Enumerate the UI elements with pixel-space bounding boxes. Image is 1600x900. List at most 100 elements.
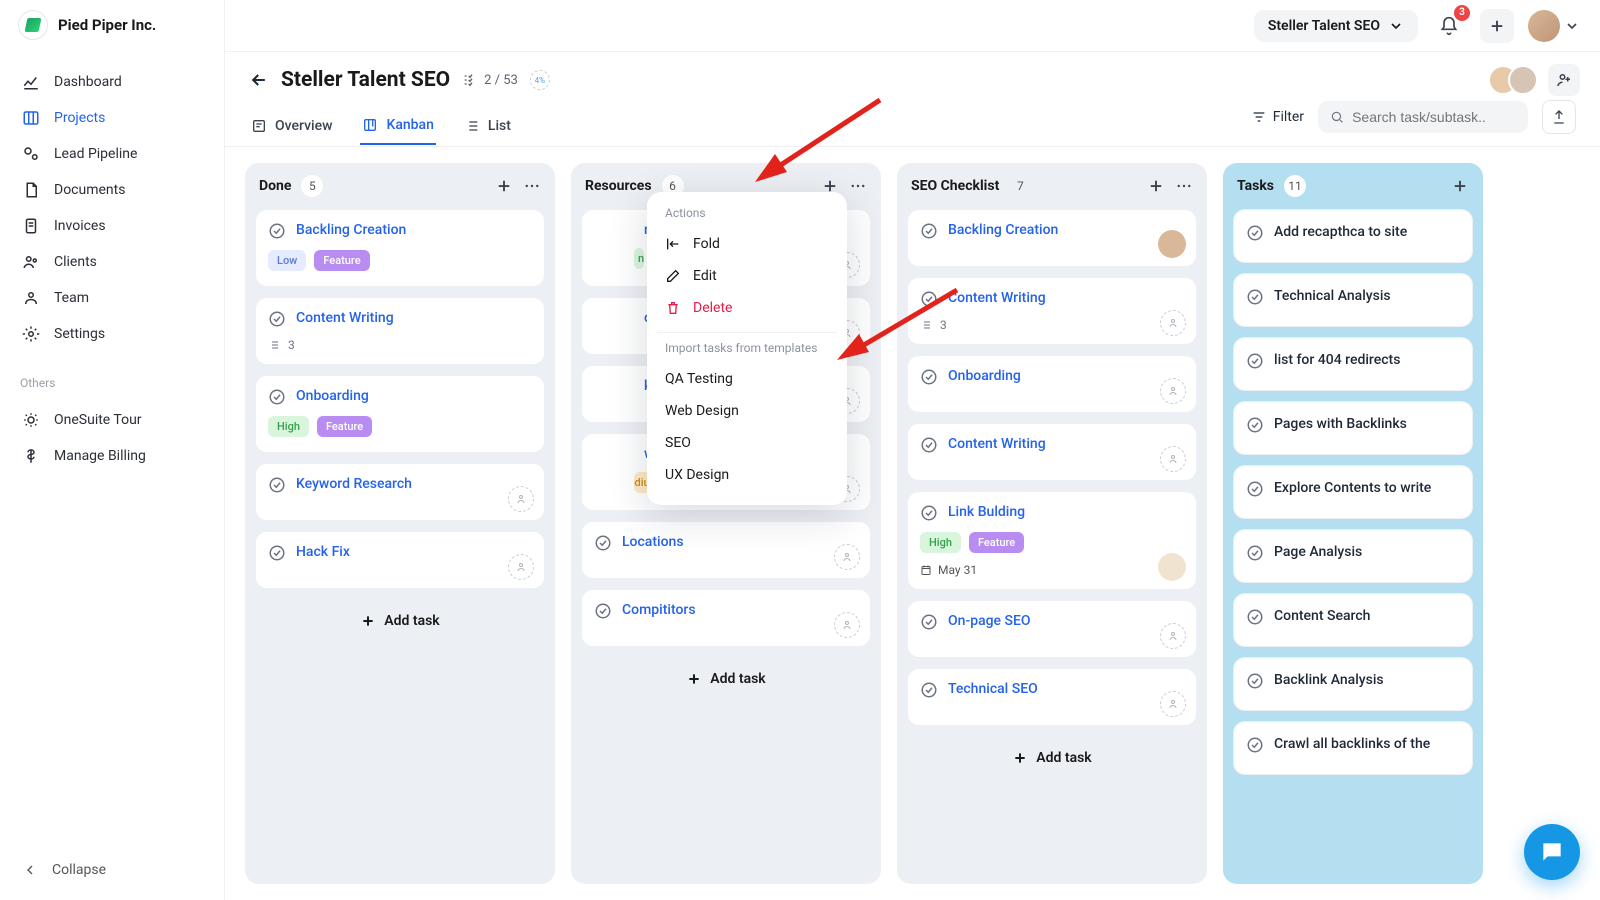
task-card[interactable]: Compititors — [581, 589, 871, 647]
task-card[interactable]: Page Analysis — [1233, 529, 1473, 583]
task-card[interactable]: list for 404 redirects — [1233, 337, 1473, 391]
assign-placeholder[interactable] — [1160, 446, 1186, 472]
nav-clients[interactable]: Clients — [10, 244, 214, 280]
column-add-button[interactable] — [1451, 177, 1469, 195]
task-card[interactable]: Backling Creation — [907, 209, 1197, 267]
task-card[interactable]: Hack Fix — [255, 531, 545, 589]
plus-icon — [1488, 17, 1506, 35]
assign-placeholder[interactable] — [508, 554, 534, 580]
fold-icon — [665, 236, 681, 252]
task-card[interactable]: Crawl all backlinks of the — [1233, 721, 1473, 775]
task-card[interactable]: Explore Contents to write — [1233, 465, 1473, 519]
subtask-icon — [268, 339, 280, 351]
check-circle-icon — [920, 436, 938, 454]
task-card[interactable]: Backling Creation LowFeature — [255, 209, 545, 287]
assign-placeholder[interactable] — [1160, 623, 1186, 649]
board-icon — [22, 109, 40, 127]
task-card[interactable]: Content Writing — [907, 423, 1197, 481]
column-menu-button[interactable] — [1175, 177, 1193, 195]
nav-manage-billing[interactable]: Manage Billing — [10, 438, 214, 474]
nav-projects[interactable]: Projects — [10, 100, 214, 136]
check-circle-icon — [268, 388, 286, 406]
add-task-button[interactable]: Add task — [907, 736, 1197, 772]
plus-icon — [1451, 177, 1469, 195]
nav-settings[interactable]: Settings — [10, 316, 214, 352]
menu-template-qa[interactable]: QA Testing — [647, 363, 847, 395]
plus-icon — [1147, 177, 1165, 195]
column-header: SEO Checklist 7 — [897, 163, 1207, 209]
assign-placeholder[interactable] — [1160, 691, 1186, 717]
assign-placeholder[interactable] — [1160, 378, 1186, 404]
nav-invoices[interactable]: Invoices — [10, 208, 214, 244]
nav-dashboard[interactable]: Dashboard — [10, 64, 214, 100]
add-task-button[interactable]: Add task — [255, 599, 545, 635]
user-menu[interactable] — [1528, 10, 1580, 42]
add-button[interactable] — [1480, 9, 1514, 43]
column-add-button[interactable] — [495, 177, 513, 195]
tab-overview[interactable]: Overview — [249, 108, 334, 144]
add-task-button[interactable]: Add task — [581, 657, 871, 693]
filter-button[interactable]: Filter — [1251, 109, 1304, 125]
nav-documents[interactable]: Documents — [10, 172, 214, 208]
task-card[interactable]: Technical Analysis — [1233, 273, 1473, 327]
progress-pct: 4% — [530, 70, 550, 90]
back-button[interactable] — [249, 70, 269, 90]
search-box[interactable] — [1318, 101, 1528, 133]
assign-placeholder[interactable] — [1160, 310, 1186, 336]
task-card[interactable]: Link Bulding HighFeature May 31 — [907, 491, 1197, 590]
task-card[interactable]: Technical SEO — [907, 668, 1197, 726]
team-icon — [22, 289, 40, 307]
collapse-button[interactable]: Collapse — [0, 850, 224, 890]
task-card[interactable]: Add recapthca to site — [1233, 209, 1473, 263]
nav-lead-pipeline[interactable]: Lead Pipeline — [10, 136, 214, 172]
nav-onesuite-tour[interactable]: OneSuite Tour — [10, 402, 214, 438]
check-circle-icon — [920, 368, 938, 386]
members-stack[interactable] — [1498, 65, 1538, 95]
notifications-button[interactable]: 3 — [1432, 9, 1466, 43]
menu-edit[interactable]: Edit — [647, 260, 847, 292]
task-card[interactable]: Pages with Backlinks — [1233, 401, 1473, 455]
edit-icon — [665, 268, 681, 284]
nav-team[interactable]: Team — [10, 280, 214, 316]
project-selector[interactable]: Steller Talent SEO — [1254, 10, 1418, 42]
task-card[interactable]: Keyword Research — [255, 463, 545, 521]
menu-template-ux[interactable]: UX Design — [647, 459, 847, 491]
check-circle-icon — [920, 222, 938, 240]
project-header: Steller Talent SEO 2 / 53 4% — [225, 52, 1600, 96]
task-card[interactable]: Locations — [581, 521, 871, 579]
tab-kanban[interactable]: Kanban — [360, 107, 435, 145]
assign-placeholder[interactable] — [834, 544, 860, 570]
search-input[interactable] — [1352, 109, 1516, 125]
assign-placeholder[interactable] — [508, 486, 534, 512]
plus-icon — [495, 177, 513, 195]
share-button[interactable] — [1542, 100, 1576, 134]
person-icon — [1167, 698, 1179, 710]
menu-template-seo[interactable]: SEO — [647, 427, 847, 459]
column-header: Tasks 11 — [1223, 163, 1483, 209]
add-member-button[interactable] — [1548, 64, 1580, 96]
column-add-button[interactable] — [1147, 177, 1165, 195]
task-card[interactable]: Content Writing 3 — [907, 277, 1197, 345]
tab-list[interactable]: List — [462, 108, 513, 144]
assignee-avatar[interactable] — [1158, 553, 1186, 581]
chat-fab[interactable] — [1524, 824, 1580, 880]
column-menu-button[interactable] — [849, 177, 867, 195]
task-card[interactable]: On-page SEO — [907, 600, 1197, 658]
clients-icon — [22, 253, 40, 271]
kanban-board: Done 5 Backling Creation LowFeature Cont… — [225, 147, 1600, 900]
task-card[interactable]: Content Search — [1233, 593, 1473, 647]
task-card[interactable]: Content Writing 3 — [255, 297, 545, 365]
assignee-avatar[interactable] — [1158, 230, 1186, 258]
check-circle-icon — [268, 476, 286, 494]
plus-icon — [1012, 750, 1028, 766]
assign-placeholder[interactable] — [834, 612, 860, 638]
task-card[interactable]: Onboarding HighFeature — [255, 375, 545, 453]
menu-template-webdesign[interactable]: Web Design — [647, 395, 847, 427]
task-card[interactable]: Backlink Analysis — [1233, 657, 1473, 711]
search-icon — [1330, 109, 1344, 125]
person-icon — [1167, 630, 1179, 642]
menu-delete[interactable]: Delete — [647, 292, 847, 324]
column-menu-button[interactable] — [523, 177, 541, 195]
task-card[interactable]: Onboarding — [907, 355, 1197, 413]
menu-fold[interactable]: Fold — [647, 228, 847, 260]
